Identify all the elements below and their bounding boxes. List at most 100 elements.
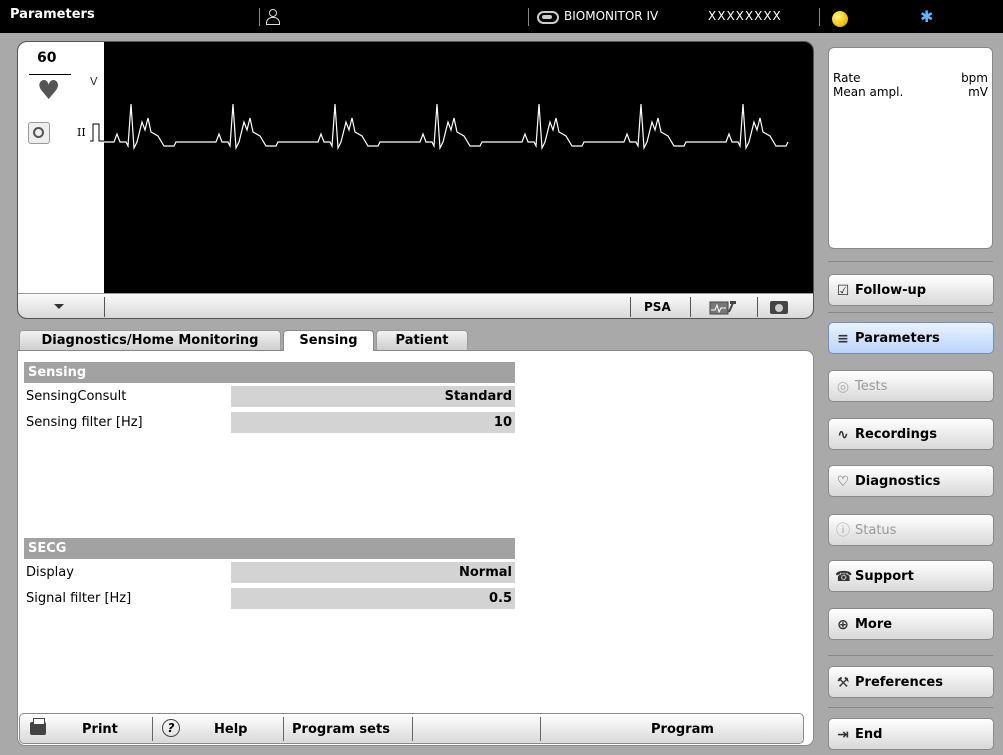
button-label: Program sets <box>292 722 390 737</box>
help-button[interactable]: ? Help <box>153 714 283 743</box>
chevron-down-icon[interactable] <box>54 304 64 309</box>
parameter-label: Sensing filter [Hz] <box>26 415 143 430</box>
end-button[interactable]: ⇥ End <box>828 718 994 750</box>
divider <box>259 8 260 26</box>
divider <box>104 297 105 317</box>
button-label: Parameters <box>855 331 940 346</box>
ecg-trace <box>104 103 789 151</box>
device-icon <box>537 11 559 24</box>
preferences-button[interactable]: ⚒ Preferences <box>828 666 994 698</box>
button-label: Recordings <box>855 427 937 442</box>
parameter-label: Display <box>26 565 74 580</box>
tests-button[interactable]: ◎ Tests <box>828 370 994 402</box>
parameter-row[interactable]: Sensing filter [Hz] 10 <box>24 412 515 433</box>
support-icon: ☎ <box>835 569 853 585</box>
tab-diagnostics-home-monitoring[interactable]: Diagnostics/Home Monitoring <box>19 330 281 350</box>
divider <box>757 297 758 317</box>
tests-icon: ◎ <box>836 379 850 395</box>
parameter-label: SensingConsult <box>26 389 127 404</box>
plus-icon: ⊕ <box>837 617 849 633</box>
ecg-info-column: 60 ♥ V II <box>18 42 104 293</box>
diagnostics-button[interactable]: ♡ Diagnostics <box>828 465 994 497</box>
button-label: Support <box>855 569 914 584</box>
divider <box>29 74 71 75</box>
status-button[interactable]: ⓘ Status <box>828 514 994 546</box>
measurement-label: Rate <box>833 71 861 85</box>
recordings-button[interactable]: ∿ Recordings <box>828 418 994 450</box>
top-bar: Parameters BIOMONITOR IV XXXXXXXX ✱ <box>0 0 1003 33</box>
battery-icon <box>832 11 848 27</box>
help-icon: ? <box>162 719 180 737</box>
parameter-value[interactable]: Standard <box>231 386 515 407</box>
parameters-content: Sensing SensingConsult Standard Sensing … <box>17 350 814 746</box>
parameters-button[interactable]: ≡ Parameters <box>828 322 994 354</box>
camera-icon[interactable] <box>770 301 788 314</box>
calibration-pulse-icon <box>90 123 104 142</box>
section-header-secg: SECG <box>24 538 515 559</box>
divider <box>412 717 413 741</box>
wrench-icon: ⚒ <box>836 675 850 691</box>
screen-title: Parameters <box>10 7 95 22</box>
bluetooth-icon: ✱ <box>920 7 934 26</box>
print-button[interactable]: Print <box>20 714 152 743</box>
sliders-icon: ≡ <box>837 331 849 347</box>
divider <box>828 261 993 262</box>
divider <box>819 8 820 26</box>
parameter-row[interactable]: Display Normal <box>24 562 515 583</box>
divider <box>828 312 993 313</box>
button-label: Follow-up <box>855 283 927 298</box>
parameter-label: Signal filter [Hz] <box>26 591 132 606</box>
info-icon: ⓘ <box>836 523 850 539</box>
heart-rate-value: 60 <box>37 50 57 66</box>
ecg-toolbar: PSA <box>18 293 813 318</box>
parameter-row[interactable]: Signal filter [Hz] 0.5 <box>24 588 515 609</box>
button-label: Preferences <box>855 675 943 690</box>
divider <box>828 655 993 656</box>
measurement-label: Mean ampl. <box>833 85 904 99</box>
section-header-sensing: Sensing <box>24 362 515 383</box>
checklist-icon: ☑ <box>836 283 850 299</box>
measurement-panel: Rate bpm Mean ampl. mV <box>828 47 993 249</box>
ecg-panel: 60 ♥ V II PSA <box>17 41 814 319</box>
measurement-row: Rate bpm <box>833 71 988 85</box>
printer-icon <box>30 718 46 735</box>
device-name: BIOMONITOR IV <box>564 9 659 23</box>
parameter-value[interactable]: 0.5 <box>231 588 515 609</box>
exit-icon: ⇥ <box>837 727 849 743</box>
psa-button[interactable]: PSA <box>644 300 671 314</box>
more-button[interactable]: ⊕ More <box>828 608 994 640</box>
program-sets-button[interactable]: Program sets <box>284 714 412 743</box>
divider <box>528 8 529 26</box>
button-label: Help <box>214 722 248 737</box>
parameter-value[interactable]: Normal <box>231 562 515 583</box>
channel-label: V <box>90 75 98 88</box>
button-label: Tests <box>855 379 888 394</box>
diagnostics-icon: ♡ <box>836 474 850 490</box>
zoom-icon[interactable] <box>28 122 50 144</box>
measurement-row: Mean ampl. mV <box>833 85 988 99</box>
ecg-settings-icon[interactable] <box>708 299 742 315</box>
tab-sensing[interactable]: Sensing <box>283 330 374 351</box>
tab-patient[interactable]: Patient <box>376 330 468 350</box>
divider <box>630 297 631 317</box>
follow-up-button[interactable]: ☑ Follow-up <box>828 274 994 306</box>
device-serial: XXXXXXXX <box>708 9 782 23</box>
button-label: Print <box>82 722 118 737</box>
divider <box>690 297 691 317</box>
parameter-value[interactable]: 10 <box>231 412 515 433</box>
button-label: More <box>855 617 893 632</box>
button-label: Status <box>855 523 897 538</box>
measurement-unit: bpm <box>961 71 988 85</box>
parameter-row[interactable]: SensingConsult Standard <box>24 386 515 407</box>
action-bar: Print ? Help Program sets Program <box>19 713 804 744</box>
support-button[interactable]: ☎ Support <box>828 560 994 592</box>
button-label: Diagnostics <box>855 474 941 489</box>
button-label: End <box>855 727 883 742</box>
button-label: Program <box>651 722 714 737</box>
divider <box>828 707 993 708</box>
lead-label: II <box>77 126 86 139</box>
program-button[interactable]: Program <box>541 714 803 743</box>
recordings-icon: ∿ <box>837 427 849 443</box>
person-icon[interactable] <box>266 9 280 25</box>
heart-icon: ♥ <box>37 76 61 106</box>
